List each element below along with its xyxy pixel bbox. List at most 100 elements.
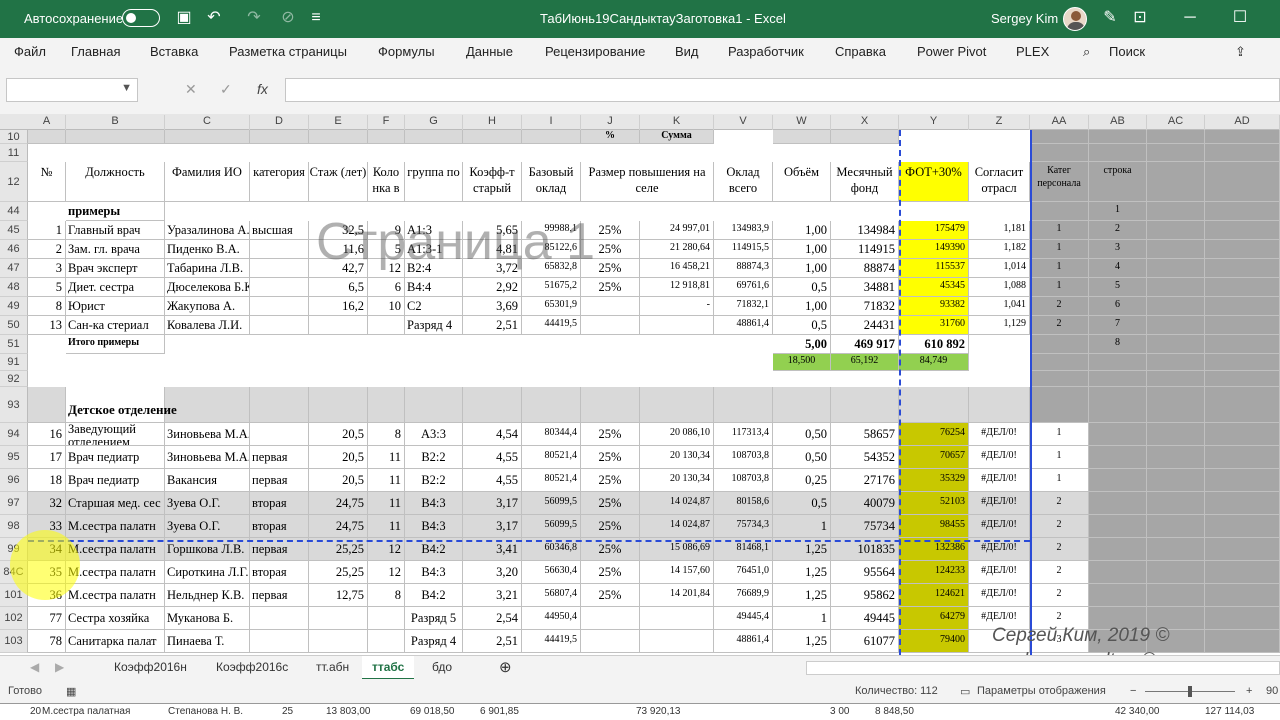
- format-painter-icon[interactable]: ⊘: [278, 8, 298, 28]
- cell-v[interactable]: 80158,6: [714, 492, 773, 515]
- cell-c[interactable]: Уразалинова А.: [165, 221, 250, 240]
- cell-h[interactable]: 4,54: [463, 423, 522, 446]
- cell-x[interactable]: Месячный фонд: [831, 162, 899, 202]
- cell-c[interactable]: Нельднер К.В.: [165, 584, 250, 607]
- cell-ad[interactable]: [1205, 515, 1280, 538]
- cell-e[interactable]: 16,2: [309, 297, 368, 316]
- cell-x[interactable]: 95862: [831, 584, 899, 607]
- cell-f[interactable]: 11: [368, 469, 405, 492]
- cell-a[interactable]: 2: [28, 240, 66, 259]
- cell-x[interactable]: 54352: [831, 446, 899, 469]
- cell-d[interactable]: [250, 316, 309, 335]
- cell-ac[interactable]: [1147, 446, 1205, 469]
- tab-file[interactable]: Файл: [14, 44, 46, 59]
- cell-i[interactable]: [522, 387, 581, 423]
- cell-b[interactable]: М.сестра палатн: [66, 515, 165, 538]
- cell-k[interactable]: [640, 316, 714, 335]
- cell-j[interactable]: 25%: [581, 278, 640, 297]
- row-header[interactable]: 93: [0, 387, 28, 423]
- cell-x[interactable]: 75734: [831, 515, 899, 538]
- cell-aa[interactable]: 1: [1030, 446, 1089, 469]
- cell-x[interactable]: [831, 387, 899, 423]
- pen-icon[interactable]: ✎: [1100, 8, 1120, 28]
- column-header[interactable]: E: [309, 115, 368, 130]
- cell-ab[interactable]: 2: [1089, 221, 1147, 240]
- cell-v[interactable]: Оклад всего: [714, 162, 773, 202]
- cell-ad[interactable]: [1205, 354, 1280, 371]
- cell-ac[interactable]: [1147, 278, 1205, 297]
- cell-v[interactable]: 88874,3: [714, 259, 773, 278]
- sheet-tab[interactable]: тт.абн: [316, 660, 349, 674]
- cell-ab[interactable]: [1089, 387, 1147, 423]
- cell-ac[interactable]: [1147, 297, 1205, 316]
- cell-k[interactable]: 14 157,60: [640, 561, 714, 584]
- cell-x[interactable]: 95564: [831, 561, 899, 584]
- tab-power-pivot[interactable]: Power Pivot: [917, 44, 986, 59]
- row-header[interactable]: 91: [0, 354, 28, 371]
- cell-d[interactable]: вторая: [250, 561, 309, 584]
- column-header[interactable]: AB: [1089, 115, 1147, 130]
- column-header[interactable]: D: [250, 115, 309, 130]
- cell-j[interactable]: [581, 607, 640, 630]
- cell-ac[interactable]: [1147, 202, 1205, 221]
- cell-a[interactable]: 8: [28, 297, 66, 316]
- cell-w[interactable]: 1: [773, 515, 831, 538]
- cell-z[interactable]: #ДЕЛ/0!: [969, 446, 1030, 469]
- cell-w[interactable]: 18,500: [773, 354, 831, 371]
- cell-c[interactable]: Муканова Б.: [165, 607, 250, 630]
- column-header[interactable]: G: [405, 115, 463, 130]
- cell-b[interactable]: примеры: [66, 202, 165, 221]
- share-icon[interactable]: ⇪: [1235, 44, 1246, 60]
- cell-v[interactable]: 117313,4: [714, 423, 773, 446]
- cell-v[interactable]: 49445,4: [714, 607, 773, 630]
- cell-y[interactable]: 93382: [899, 297, 969, 316]
- cell-x[interactable]: 71832: [831, 297, 899, 316]
- cell-ab[interactable]: [1089, 469, 1147, 492]
- cell-z[interactable]: Согласит отрасл: [969, 162, 1030, 202]
- cell-aa[interactable]: [1030, 335, 1089, 354]
- redo-icon[interactable]: ↷: [244, 8, 264, 28]
- quick-access-chevron-icon[interactable]: ≡: [306, 8, 326, 28]
- cell-a[interactable]: [28, 387, 66, 423]
- cell-b[interactable]: Заведующий отделением: [66, 423, 165, 446]
- tab-search[interactable]: Поиск: [1109, 44, 1145, 59]
- cell-k[interactable]: [640, 387, 714, 423]
- cell-b[interactable]: Диет. сестра: [66, 278, 165, 297]
- cell-f[interactable]: [368, 387, 405, 423]
- cell-w[interactable]: 0,50: [773, 423, 831, 446]
- cell-aa[interactable]: 2: [1030, 316, 1089, 335]
- cell-i[interactable]: [522, 130, 581, 144]
- tab-data[interactable]: Данные: [466, 44, 513, 59]
- cell-b[interactable]: Главный врач: [66, 221, 165, 240]
- cell-z[interactable]: #ДЕЛ/0!: [969, 492, 1030, 515]
- cell-k[interactable]: 16 458,21: [640, 259, 714, 278]
- cell-x[interactable]: 61077: [831, 630, 899, 653]
- cell-b[interactable]: Санитарка палат: [66, 630, 165, 653]
- cell-ac[interactable]: [1147, 469, 1205, 492]
- row-header[interactable]: 50: [0, 316, 28, 335]
- cell-w[interactable]: Объём: [773, 162, 831, 202]
- cell-w[interactable]: 0,5: [773, 316, 831, 335]
- cell-ad[interactable]: [1205, 584, 1280, 607]
- cell-ab[interactable]: 6: [1089, 297, 1147, 316]
- cell-ad[interactable]: [1205, 538, 1280, 561]
- cell-g[interactable]: А3:3: [405, 423, 463, 446]
- cell-f[interactable]: [368, 316, 405, 335]
- cell-aa[interactable]: 2: [1030, 538, 1089, 561]
- cell-aa[interactable]: [1030, 387, 1089, 423]
- cell-h[interactable]: 4,55: [463, 446, 522, 469]
- row-header[interactable]: 49: [0, 297, 28, 316]
- cell-d[interactable]: [250, 259, 309, 278]
- cell-ad[interactable]: [1205, 446, 1280, 469]
- cell-f[interactable]: 8: [368, 584, 405, 607]
- column-header[interactable]: AA: [1030, 115, 1089, 130]
- cell-b[interactable]: Врач педиатр: [66, 446, 165, 469]
- formula-input[interactable]: [285, 78, 1280, 102]
- cell-ac[interactable]: [1147, 130, 1205, 144]
- cell-a[interactable]: №: [28, 162, 66, 202]
- cell-a[interactable]: 17: [28, 446, 66, 469]
- cell-j[interactable]: 25%: [581, 423, 640, 446]
- cell-c[interactable]: Фамилия ИО: [165, 162, 250, 202]
- zoom-level[interactable]: 90: [1266, 685, 1278, 697]
- cell-h[interactable]: 2,51: [463, 630, 522, 653]
